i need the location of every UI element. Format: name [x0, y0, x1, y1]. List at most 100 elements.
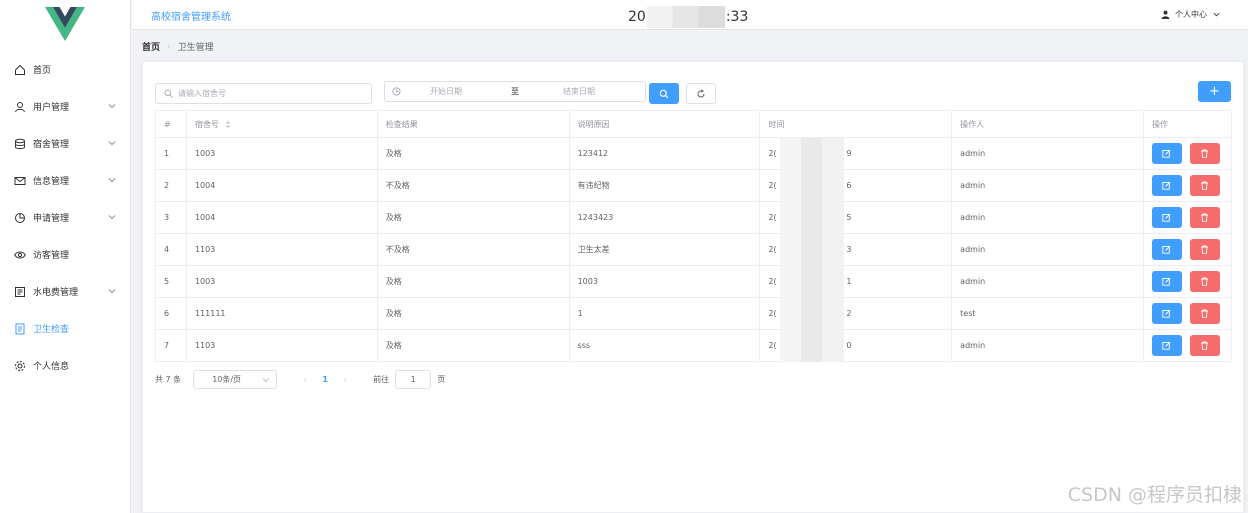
- row-room: 111111: [185, 297, 378, 330]
- edit-icon: [1162, 309, 1171, 318]
- row-time-prefix: 2(: [768, 245, 777, 254]
- search-box[interactable]: [155, 83, 372, 104]
- search-icon: [164, 89, 173, 98]
- row-action-group: [1151, 175, 1231, 196]
- date-range-picker[interactable]: 开始日期 至 结束日期: [384, 81, 646, 102]
- delete-button[interactable]: [1189, 143, 1220, 164]
- top-header: 高校宿舍管理系统 20 :33 个人中心: [132, 0, 1248, 30]
- edit-button[interactable]: [1151, 335, 1182, 356]
- trash-icon: [1201, 309, 1209, 318]
- row-operator: admin: [951, 329, 1144, 362]
- edit-button[interactable]: [1151, 271, 1182, 292]
- sidebar-item-profile[interactable]: 个人信息: [0, 347, 130, 384]
- date-start-input[interactable]: 开始日期: [430, 86, 462, 97]
- edit-icon: [1162, 149, 1171, 158]
- sidebar-item-label: 水电费管理: [33, 288, 79, 298]
- eye-icon: [14, 249, 26, 261]
- add-button[interactable]: +: [1198, 81, 1231, 102]
- row-time-prefix: 2(: [768, 309, 777, 318]
- table-body: 1 1003 及格 123412 2(9 admin 2 1004 不及格 有违纪物 2(6 admi…: [155, 137, 1233, 362]
- row-operator: admin: [951, 169, 1144, 202]
- sort-icon[interactable]: [225, 120, 231, 129]
- sidebar-item-home[interactable]: 首页: [0, 51, 130, 88]
- sidebar-item-label: 宿舍管理: [33, 140, 70, 150]
- sidebar-item-visitors[interactable]: 访客管理: [0, 236, 130, 273]
- row-reason: 1: [568, 297, 761, 330]
- sidebar-item-hygiene[interactable]: 卫生检查: [0, 310, 130, 347]
- sidebar-item-label: 卫生检查: [33, 325, 70, 335]
- delete-button[interactable]: [1189, 175, 1220, 196]
- time-blur: [780, 202, 845, 234]
- chevron-down-icon: [108, 104, 116, 109]
- chevron-down-icon: [108, 215, 116, 220]
- trash-icon: [1201, 213, 1209, 222]
- edit-button[interactable]: [1151, 239, 1182, 260]
- column-header: 说明原因: [568, 110, 761, 138]
- edit-button[interactable]: [1151, 143, 1182, 164]
- vue-logo: [0, 0, 130, 48]
- row-index: 2: [155, 169, 187, 202]
- row-action-group: [1151, 143, 1231, 164]
- pie-chart-icon: [14, 212, 26, 224]
- edit-button[interactable]: [1151, 207, 1182, 228]
- sidebar-item-applications[interactable]: 申请管理: [0, 199, 130, 236]
- row-result: 及格: [376, 265, 570, 298]
- row-operator: admin: [951, 233, 1144, 266]
- breadcrumb-home[interactable]: 首页: [142, 40, 160, 53]
- sidebar-item-label: 信息管理: [33, 177, 70, 187]
- gear-icon: [14, 360, 26, 372]
- table-row: 7 1103 及格 sss 2(0 admin: [155, 329, 1233, 362]
- row-action-group: [1151, 239, 1231, 260]
- row-time: 2(0: [759, 329, 953, 362]
- row-result: 不及格: [376, 233, 570, 266]
- row-action-group: [1151, 335, 1231, 356]
- row-reason: 1243423: [568, 201, 761, 234]
- sidebar-item-dorms[interactable]: 宿舍管理: [0, 125, 130, 162]
- prev-page-button[interactable]: ‹: [295, 375, 315, 384]
- delete-button[interactable]: [1189, 271, 1220, 292]
- reset-button[interactable]: [686, 83, 716, 104]
- edit-icon: [1162, 341, 1171, 350]
- trash-icon: [1201, 245, 1209, 254]
- jumper-input[interactable]: [395, 370, 432, 389]
- column-header-room[interactable]: 宿舍号: [185, 110, 378, 138]
- edit-button[interactable]: [1151, 303, 1182, 324]
- row-result: 不及格: [376, 169, 570, 202]
- user-icon: [1161, 10, 1170, 19]
- page-number[interactable]: 1: [315, 375, 335, 384]
- row-time: 2( 3: [759, 233, 953, 266]
- home-icon: [14, 64, 26, 76]
- row-time: 2(5: [759, 201, 953, 234]
- row-index: 3: [155, 201, 187, 234]
- sidebar-item-label: 用户管理: [33, 103, 70, 113]
- row-time-suffix: 2: [846, 309, 852, 318]
- sidebar-item-info[interactable]: 信息管理: [0, 162, 130, 199]
- sidebar-item-utilities[interactable]: 水电费管理: [0, 273, 130, 310]
- app-title: 高校宿舍管理系统: [151, 12, 231, 23]
- delete-button[interactable]: [1189, 303, 1220, 324]
- pagination-total: 共 7 条: [155, 375, 182, 384]
- delete-button[interactable]: [1189, 239, 1220, 260]
- date-range-separator: 至: [511, 87, 519, 96]
- delete-button[interactable]: [1189, 335, 1220, 356]
- sidebar-menu: 首页 用户管理 宿舍管理 信息管理 申请管理 访客管理 水电费管理 卫生检查 个…: [0, 51, 130, 384]
- trash-icon: [1201, 341, 1209, 350]
- delete-button[interactable]: [1189, 207, 1220, 228]
- row-time-suffix: 5: [846, 213, 852, 222]
- date-end-input[interactable]: 结束日期: [563, 86, 595, 97]
- sidebar-item-users[interactable]: 用户管理: [0, 88, 130, 125]
- search-button[interactable]: [649, 83, 679, 104]
- database-icon: [14, 138, 26, 150]
- row-time-suffix: 3: [846, 245, 852, 254]
- next-page-button[interactable]: ›: [335, 375, 355, 384]
- search-input[interactable]: [178, 89, 358, 98]
- trash-icon: [1201, 149, 1209, 158]
- pager: ‹ 1 ›: [295, 375, 355, 384]
- edit-button[interactable]: [1151, 175, 1182, 196]
- row-actions: [1142, 201, 1233, 234]
- row-result: 及格: [376, 297, 570, 330]
- search-icon: [659, 89, 669, 98]
- user-menu[interactable]: 个人中心: [1161, 9, 1220, 20]
- row-time-suffix: 1: [846, 277, 852, 286]
- page-size-select[interactable]: 10条/页: [193, 370, 278, 389]
